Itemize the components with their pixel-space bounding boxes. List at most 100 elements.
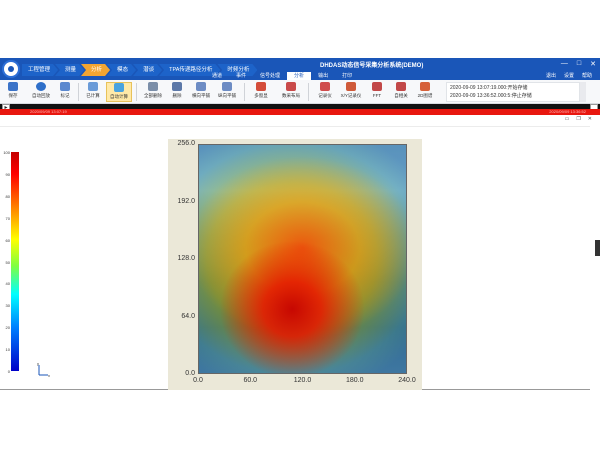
log-entry: 2020-09-09 13:07:19.000:开始存储	[450, 85, 528, 91]
y-tick-label: 128.0	[177, 255, 195, 262]
auto-playback-button[interactable]: 自动回放	[30, 82, 52, 102]
tab-signal-processing[interactable]: 信号处理	[253, 72, 287, 80]
panel-restore-icon[interactable]: ❐	[576, 116, 580, 122]
tile-horizontal-button[interactable]: 横向平铺	[190, 82, 212, 102]
tab-channel[interactable]: 通道	[205, 72, 229, 80]
fft-button[interactable]: FFT	[366, 82, 388, 102]
recording-progress-bar[interactable]: 2020/09/09 13:07:19 2020/09/09 13:36:52	[0, 109, 600, 115]
layout-button[interactable]: 数采布局	[280, 82, 302, 102]
close-icon[interactable]: ✕	[590, 60, 596, 68]
acoustic-heatmap-overlay	[199, 145, 406, 373]
ribbon-divider	[136, 83, 137, 101]
colorbar-tick-label: 90	[5, 171, 10, 177]
x-tick-label: 60.0	[243, 377, 258, 384]
tile-horizontal-label: 横向平铺	[192, 93, 210, 98]
app-logo-icon[interactable]	[2, 60, 20, 78]
auto-playback-label: 自动回放	[32, 93, 50, 98]
log-scrollbar[interactable]	[580, 82, 586, 102]
heatmap-2d-label: 2D图谱	[417, 93, 433, 98]
tab-print[interactable]: 打印	[335, 72, 359, 80]
marker-icon	[60, 82, 70, 91]
heatmap-plot[interactable]	[198, 144, 407, 374]
side-panel-handle[interactable]	[595, 240, 600, 256]
crumb-measure[interactable]: 测量	[55, 64, 84, 76]
layout-icon	[286, 82, 296, 91]
colorbar-tick-label: 20	[5, 325, 10, 331]
tile-vertical-icon	[222, 82, 232, 91]
fft-icon	[372, 82, 382, 91]
y-tick-label: 256.0	[177, 140, 195, 147]
help-link[interactable]: 帮助	[582, 72, 592, 79]
window-controls: — □ ✕	[561, 60, 596, 68]
delete-button[interactable]: 删除	[166, 82, 188, 102]
timestamp-start: 2020/09/09 13:07:19	[30, 109, 67, 114]
calc-icon	[88, 82, 98, 91]
colorbar-tick-label: 80	[5, 193, 10, 199]
x-tick-label: 0.0	[193, 377, 203, 384]
auto-calc-button[interactable]: 自动计算	[106, 82, 132, 102]
log-entry: 2020-09-09 13:36:52.000:5:停止存储	[450, 93, 532, 99]
axes-y-label: y	[37, 362, 39, 366]
panel-close-icon[interactable]: ✕	[588, 116, 592, 122]
tile-vertical-button[interactable]: 纵向平铺	[216, 82, 238, 102]
colorbar-tick-label: 60	[5, 237, 10, 243]
crumb-project[interactable]: 工程管理	[22, 64, 58, 76]
heatmap-2d-button[interactable]: 2D图谱	[414, 82, 436, 102]
calculated-label: 已计算	[86, 93, 100, 98]
recorder-label: 记录仪	[318, 93, 332, 98]
x-tick-label: 240.0	[398, 377, 416, 384]
tab-output[interactable]: 输出	[311, 72, 335, 80]
ribbon-divider	[308, 83, 309, 101]
colorbar-tick-label: 50	[5, 259, 10, 265]
colorbar-tick-label: 40	[5, 281, 10, 287]
event-log: 2020-09-09 13:07:19.000:开始存储 2020-09-09 …	[446, 82, 580, 102]
tab-analysis[interactable]: 分析	[287, 72, 312, 80]
xy-recorder-button[interactable]: X/Y记录仪	[340, 82, 362, 102]
delete-all-label: 全部删除	[144, 93, 162, 98]
colorbar-tick-label: 100	[3, 150, 10, 155]
axes-indicator-icon: y x	[37, 362, 50, 378]
colorbar	[11, 152, 19, 371]
minimize-icon[interactable]: —	[561, 60, 568, 68]
xy-recorder-icon	[346, 82, 356, 91]
crumb-modal[interactable]: 模态	[107, 64, 136, 76]
crumb-analysis[interactable]: 分析	[81, 64, 110, 76]
maximize-icon[interactable]: □	[577, 60, 581, 68]
settings-link[interactable]: 设置	[564, 72, 574, 79]
multi-window-button[interactable]: 多窗显	[250, 82, 272, 102]
y-tick-label: 192.0	[177, 197, 195, 205]
marker-button[interactable]: 标记	[54, 82, 76, 102]
multi-window-label: 多窗显	[254, 93, 268, 98]
heatmap-2d-icon	[420, 82, 430, 91]
logout-link[interactable]: 退出	[546, 72, 556, 79]
delete-all-button[interactable]: 全部删除	[142, 82, 164, 102]
delete-icon	[172, 82, 182, 91]
marker-label: 标记	[60, 93, 70, 98]
save-label: 保存	[8, 93, 18, 98]
colorbar-tick-label: 70	[5, 215, 10, 221]
auto-calc-icon	[114, 83, 124, 92]
tile-vertical-label: 纵向平铺	[218, 93, 236, 98]
panel-minimize-icon[interactable]: ▭	[565, 116, 570, 122]
auto-calc-label: 自动计算	[110, 94, 128, 99]
y-tick-label: 64.0	[181, 312, 195, 320]
recorder-icon	[320, 82, 330, 91]
play-icon	[36, 82, 46, 91]
x-tick-label: 120.0	[293, 377, 312, 384]
calculated-button[interactable]: 已计算	[82, 82, 104, 102]
xy-recorder-label: X/Y记录仪	[340, 93, 362, 98]
colorbar-tick-label: 0	[7, 369, 10, 374]
crumb-potential[interactable]: 潜谈	[133, 64, 162, 76]
timestamp-end: 2020/09/09 13:36:52	[549, 109, 586, 114]
autocorr-button[interactable]: 自相关	[390, 82, 412, 102]
recorder-button[interactable]: 记录仪	[314, 82, 336, 102]
layout-label: 数采布局	[282, 93, 300, 98]
menu-tabs: 通道 事件 信号处理 分析 输出 打印	[205, 72, 359, 80]
autocorr-label: 自相关	[394, 93, 408, 98]
ribbon-divider	[78, 83, 79, 101]
save-button[interactable]: 保存	[2, 82, 24, 102]
multi-window-icon	[256, 82, 266, 91]
delete-all-icon	[148, 82, 158, 91]
app-title: DHDAS动态信号采集分析系统(DEMO)	[320, 63, 424, 69]
tab-event[interactable]: 事件	[229, 72, 253, 80]
